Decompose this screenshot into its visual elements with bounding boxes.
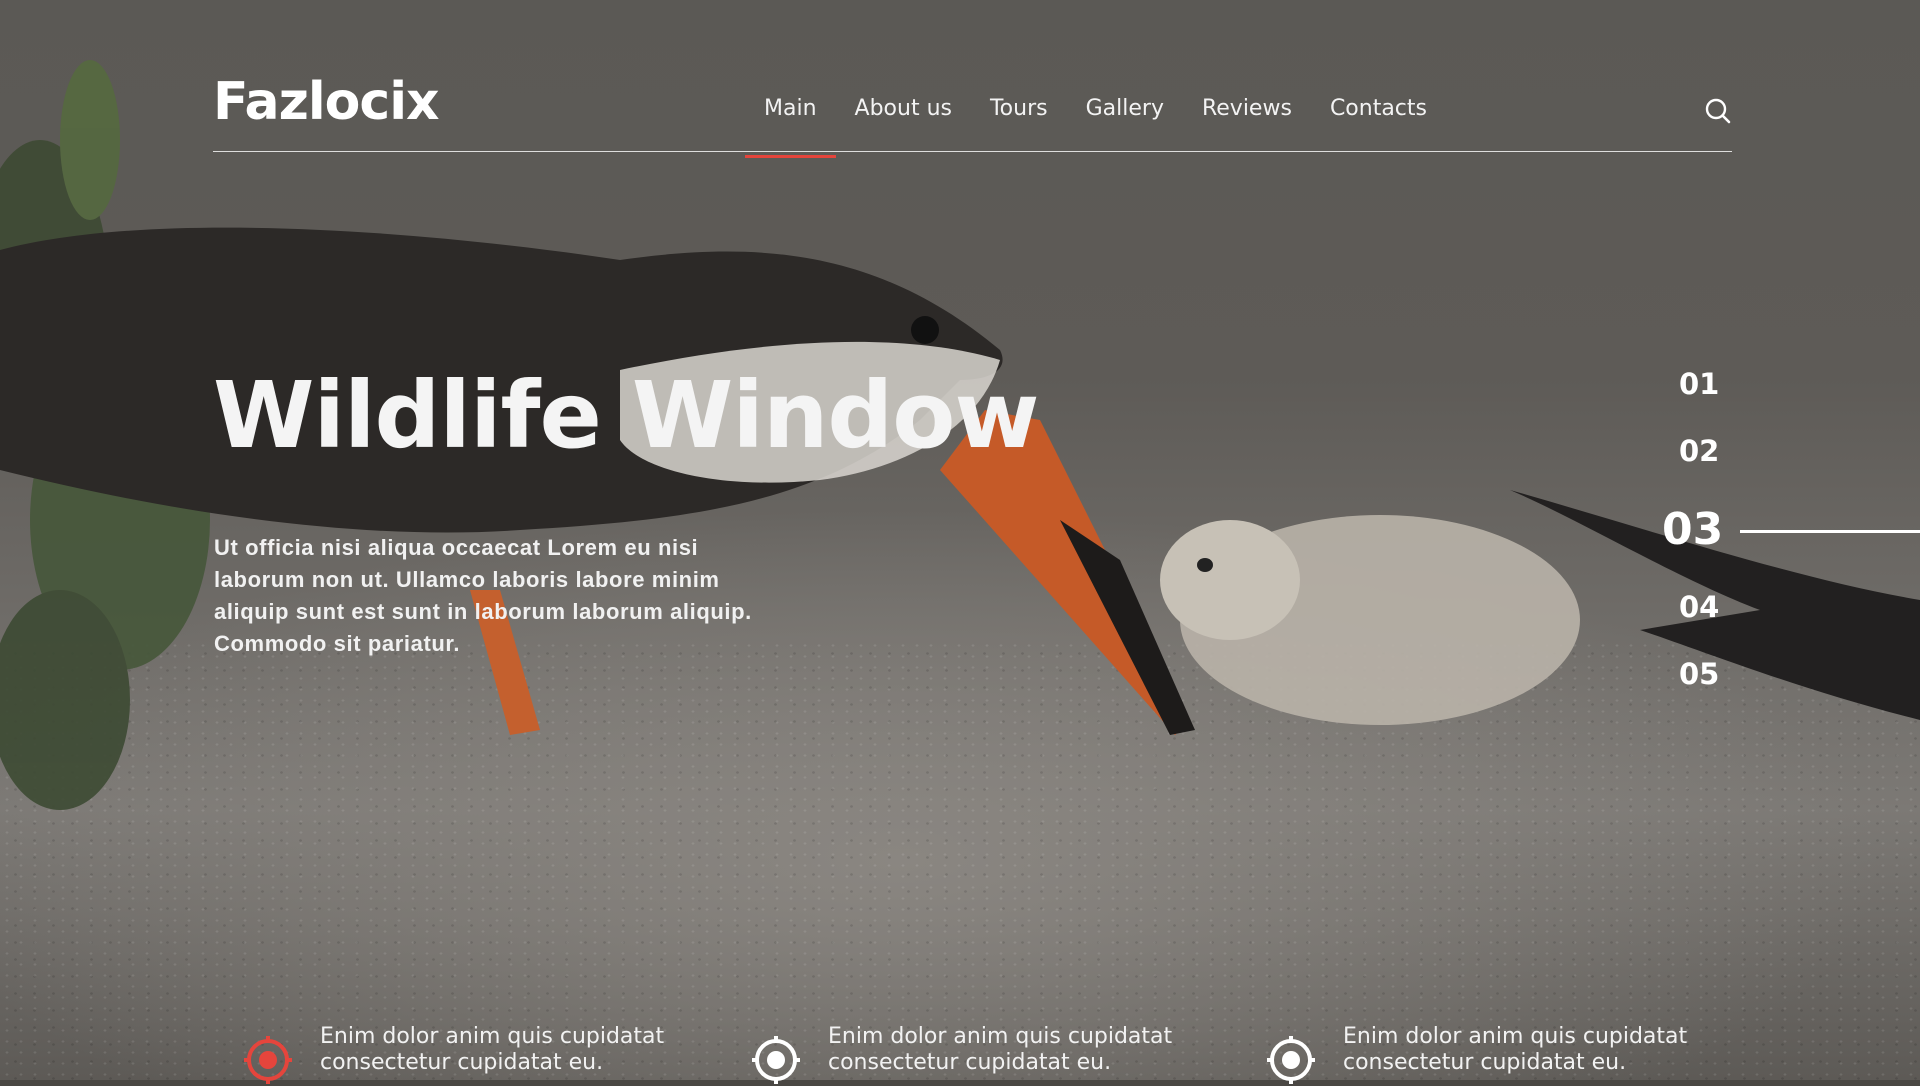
slide-number-04[interactable]: 04 <box>1679 590 1719 624</box>
target-icon <box>1267 1036 1315 1084</box>
feature-item: Enim dolor anim quis cupidatat consectet… <box>750 1024 1228 1086</box>
search-button[interactable] <box>1703 96 1733 126</box>
slide-number-05[interactable]: 05 <box>1679 657 1719 691</box>
nav-item-main[interactable]: Main <box>745 96 836 158</box>
nav-item-contacts[interactable]: Contacts <box>1311 96 1446 141</box>
main-nav: Main About us Tours Gallery Reviews Cont… <box>745 96 1446 158</box>
target-icon <box>752 1036 800 1084</box>
feature-item: Enim dolor anim quis cupidatat consectet… <box>242 1024 720 1086</box>
nav-item-tours[interactable]: Tours <box>971 96 1067 141</box>
search-icon <box>1705 98 1731 124</box>
feature-text: Enim dolor anim quis cupidatat consectet… <box>320 1024 665 1075</box>
nav-item-gallery[interactable]: Gallery <box>1067 96 1183 141</box>
slide-number-02[interactable]: 02 <box>1679 434 1719 468</box>
nav-divider <box>213 151 1732 152</box>
active-slide-line <box>1740 530 1920 533</box>
target-icon <box>244 1036 292 1084</box>
feature-item: Enim dolor anim quis cupidatat consectet… <box>1265 1024 1743 1086</box>
feature-text: Enim dolor anim quis cupidatat consectet… <box>828 1024 1173 1075</box>
feature-text: Enim dolor anim quis cupidatat consectet… <box>1343 1024 1688 1075</box>
slide-number-01[interactable]: 01 <box>1679 367 1719 401</box>
brand-logo[interactable]: Fazlocix <box>213 72 440 132</box>
slide-number-03-active[interactable]: 03 <box>1662 504 1723 555</box>
hero-title: Wildlife Window <box>213 362 1039 469</box>
hero-description: Ut officia nisi aliqua occaecat Lorem eu… <box>214 535 752 656</box>
nav-item-about-us[interactable]: About us <box>836 96 971 141</box>
nav-item-reviews[interactable]: Reviews <box>1183 96 1311 141</box>
